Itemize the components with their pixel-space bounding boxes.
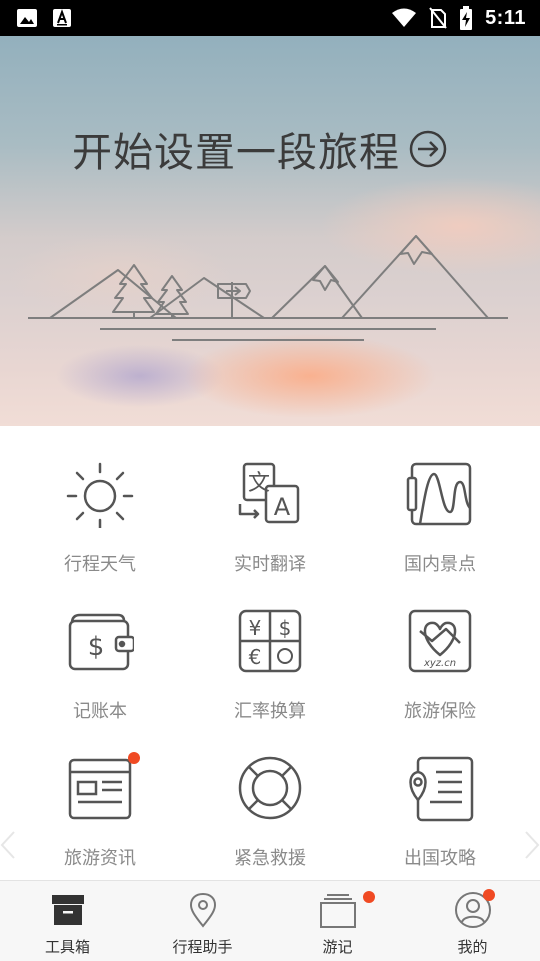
landscape-icon	[406, 462, 472, 526]
tab-label: 行程助手	[172, 938, 233, 956]
hero-title: 开始设置一段旅程	[72, 130, 400, 176]
news-badge	[128, 752, 140, 764]
svg-text:文: 文	[248, 471, 270, 496]
lifebuoy-icon	[238, 756, 302, 820]
tool-translate[interactable]: 文 A 实时翻译	[180, 426, 360, 575]
tool-emergency-rescue[interactable]: 紧急救援	[180, 720, 360, 869]
mountain-landscape-illustration	[28, 235, 508, 341]
tab-toolbox[interactable]: 工具箱	[0, 881, 135, 961]
arrow-right-circle-icon	[409, 130, 447, 168]
toolbox-icon	[52, 895, 84, 925]
wallet-icon: $	[68, 613, 134, 671]
no-sim-icon	[429, 7, 447, 29]
photo-stack-icon	[320, 894, 356, 928]
tool-label: 紧急救援	[234, 848, 306, 869]
me-badge	[483, 889, 495, 901]
tool-label: 旅游资讯	[64, 848, 136, 869]
tab-label: 我的	[457, 938, 488, 956]
tab-travel-notes[interactable]: 游记	[270, 881, 405, 961]
tool-travel-news[interactable]: 旅游资讯	[10, 720, 190, 869]
tool-abroad-guide[interactable]: 出国攻略	[350, 720, 530, 869]
travel-notes-badge	[363, 891, 375, 903]
tool-grid: 行程天气 文 A 实时翻译 国内景点 $ 记账本 ¥ $ € 汇率换算 xyz.…	[0, 426, 540, 880]
guide-map-icon	[409, 756, 474, 822]
sun-icon	[66, 462, 134, 528]
svg-text:¥: ¥	[249, 616, 262, 640]
translate-icon: 文 A	[238, 462, 300, 524]
chevron-right-icon[interactable]	[524, 830, 540, 860]
tool-travel-insurance[interactable]: xyz.cn 旅游保险	[350, 573, 530, 722]
chevron-left-icon[interactable]	[0, 830, 16, 860]
gallery-notification-icon	[17, 9, 37, 27]
tool-account-book[interactable]: $ 记账本	[10, 573, 190, 722]
tool-label: 出国攻略	[404, 848, 476, 869]
tool-exchange-rate[interactable]: ¥ $ € 汇率换算	[180, 573, 360, 722]
svg-text:$: $	[88, 632, 105, 662]
hero-banner[interactable]: 开始设置一段旅程	[0, 36, 540, 426]
bottom-tab-bar: 工具箱 行程助手 游记 我的	[0, 880, 540, 961]
wifi-icon	[392, 8, 417, 27]
insurance-heart-icon: xyz.cn	[408, 609, 472, 673]
tab-me[interactable]: 我的	[405, 881, 540, 961]
tool-weather[interactable]: 行程天气	[10, 426, 190, 575]
tab-trip-assistant[interactable]: 行程助手	[135, 881, 270, 961]
svg-text:A: A	[274, 493, 291, 521]
tool-scenic-spots[interactable]: 国内景点	[350, 426, 530, 575]
battery-charging-icon	[460, 6, 473, 30]
insurance-logo-text: xyz.cn	[423, 658, 456, 669]
start-trip-button[interactable]: 开始设置一段旅程	[72, 120, 448, 178]
tab-label: 工具箱	[44, 938, 90, 956]
font-notification-icon	[53, 9, 71, 27]
location-pin-icon	[189, 892, 217, 928]
svg-text:$: $	[279, 616, 292, 640]
news-icon	[68, 758, 132, 820]
clock: 5:11	[485, 6, 526, 29]
currency-exchange-icon: ¥ $ €	[238, 609, 302, 673]
svg-text:€: €	[249, 645, 262, 669]
tab-label: 游记	[322, 938, 353, 956]
status-bar: 5:11	[0, 0, 540, 36]
